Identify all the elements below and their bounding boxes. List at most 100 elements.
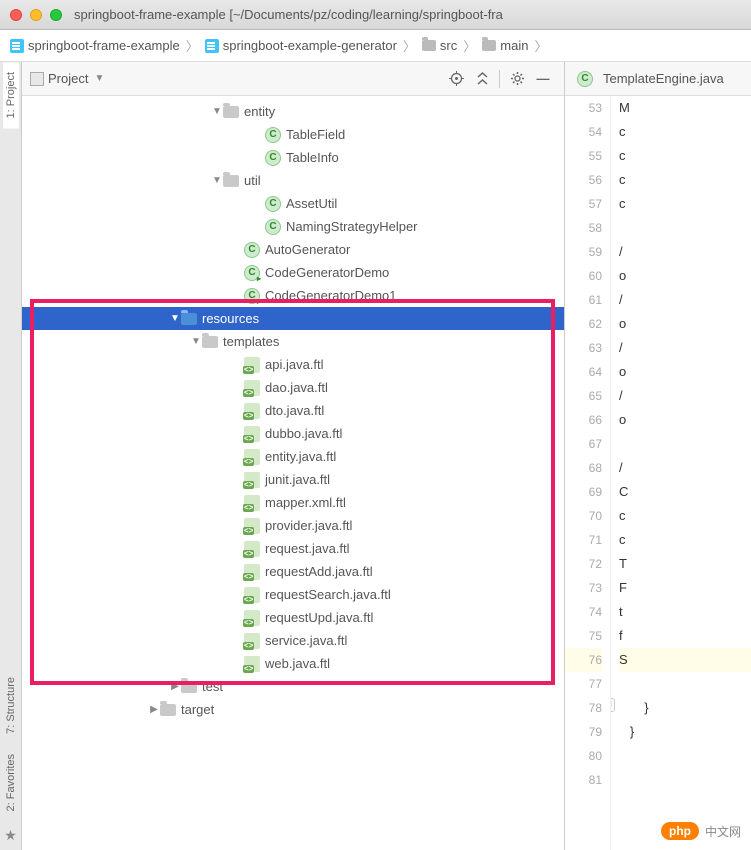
code-line[interactable]: S bbox=[619, 648, 751, 672]
tree-row[interactable]: junit.java.ftl bbox=[22, 468, 564, 491]
code-line[interactable]: c bbox=[619, 144, 751, 168]
tab-favorites[interactable]: 2: Favorites bbox=[3, 744, 19, 821]
code-line[interactable]: o bbox=[619, 360, 751, 384]
class-icon: C bbox=[265, 127, 281, 143]
code-line[interactable] bbox=[619, 216, 751, 240]
hide-icon[interactable]: — bbox=[532, 68, 554, 90]
code-line[interactable]: / bbox=[619, 336, 751, 360]
tree-row[interactable]: CAssetUtil bbox=[22, 192, 564, 215]
tree-label: requestSearch.java.ftl bbox=[265, 587, 391, 602]
line-number: 57 bbox=[565, 192, 602, 216]
tree-label: mapper.xml.ftl bbox=[265, 495, 346, 510]
code-line[interactable]: c bbox=[619, 504, 751, 528]
collapse-all-icon[interactable] bbox=[471, 68, 493, 90]
code-line[interactable] bbox=[619, 744, 751, 768]
ftl-icon bbox=[244, 564, 260, 580]
tree-row[interactable]: CTableInfo bbox=[22, 146, 564, 169]
code-line[interactable]: } bbox=[619, 720, 751, 744]
ftl-icon bbox=[244, 495, 260, 511]
breadcrumb-item[interactable]: src bbox=[420, 38, 459, 53]
code-line[interactable]: c bbox=[619, 168, 751, 192]
line-number: 70 bbox=[565, 504, 602, 528]
editor-tab[interactable]: C TemplateEngine.java bbox=[571, 71, 730, 87]
tree-label: util bbox=[244, 173, 261, 188]
tree-row[interactable]: mapper.xml.ftl bbox=[22, 491, 564, 514]
tab-structure[interactable]: 7: Structure bbox=[3, 667, 19, 744]
code-line[interactable]: / bbox=[619, 456, 751, 480]
tree-row[interactable]: requestSearch.java.ftl bbox=[22, 583, 564, 606]
tree-label: service.java.ftl bbox=[265, 633, 347, 648]
code-line[interactable]: C bbox=[619, 480, 751, 504]
code-line[interactable] bbox=[619, 432, 751, 456]
tree-row[interactable]: ▼util bbox=[22, 169, 564, 192]
code-line[interactable]: / bbox=[619, 384, 751, 408]
code-line[interactable]: F bbox=[619, 576, 751, 600]
chevron-down-icon[interactable]: ▼ bbox=[94, 73, 104, 84]
code-line[interactable]: / bbox=[619, 288, 751, 312]
tree-row[interactable]: dto.java.ftl bbox=[22, 399, 564, 422]
tree-row[interactable]: ▼resources bbox=[22, 307, 564, 330]
star-icon[interactable]: ★ bbox=[4, 821, 17, 850]
breadcrumb-label: springboot-example-generator bbox=[223, 38, 397, 53]
tree-label: test bbox=[202, 679, 223, 694]
tree-label: CodeGeneratorDemo bbox=[265, 265, 389, 280]
class-runnable-icon: C bbox=[244, 288, 260, 304]
tree-row[interactable]: CNamingStrategyHelper bbox=[22, 215, 564, 238]
code-line[interactable]: } bbox=[619, 696, 751, 720]
line-number: 63 bbox=[565, 336, 602, 360]
tree-row[interactable]: CCodeGeneratorDemo1 bbox=[22, 284, 564, 307]
code-line[interactable]: t bbox=[619, 600, 751, 624]
project-header-label[interactable]: Project bbox=[48, 71, 88, 86]
gear-icon[interactable] bbox=[506, 68, 528, 90]
code-line[interactable]: / bbox=[619, 240, 751, 264]
line-number: 76 bbox=[565, 648, 602, 672]
code-line[interactable]: c bbox=[619, 528, 751, 552]
code-line[interactable]: o bbox=[619, 408, 751, 432]
tree-row[interactable]: dao.java.ftl bbox=[22, 376, 564, 399]
code-line[interactable]: o bbox=[619, 312, 751, 336]
breadcrumb-item[interactable]: springboot-example-generator bbox=[203, 38, 399, 53]
project-tree[interactable]: ▼entityCTableFieldCTableInfo▼utilCAssetU… bbox=[22, 96, 564, 850]
tree-row[interactable]: dubbo.java.ftl bbox=[22, 422, 564, 445]
tree-row[interactable]: CCodeGeneratorDemo bbox=[22, 261, 564, 284]
breadcrumb-item[interactable]: main bbox=[480, 38, 530, 53]
tree-row[interactable]: request.java.ftl bbox=[22, 537, 564, 560]
tab-project[interactable]: 1: Project bbox=[3, 62, 19, 128]
code-line[interactable]: M bbox=[619, 96, 751, 120]
tree-row[interactable]: service.java.ftl bbox=[22, 629, 564, 652]
tree-row[interactable]: ▶test bbox=[22, 675, 564, 698]
code-line[interactable] bbox=[619, 672, 751, 696]
breadcrumb-item[interactable]: springboot-frame-example bbox=[8, 38, 182, 53]
code-line[interactable]: c bbox=[619, 192, 751, 216]
class-icon: C bbox=[265, 196, 281, 212]
tree-row[interactable]: requestUpd.java.ftl bbox=[22, 606, 564, 629]
maximize-icon[interactable] bbox=[50, 9, 62, 21]
tree-label: NamingStrategyHelper bbox=[286, 219, 418, 234]
class-icon: C bbox=[244, 242, 260, 258]
minimize-icon[interactable] bbox=[30, 9, 42, 21]
code-line[interactable]: c bbox=[619, 120, 751, 144]
code-line[interactable]: T bbox=[619, 552, 751, 576]
module-icon bbox=[205, 39, 219, 53]
code-area[interactable]: Mcccc/o/o/o/o/CccTFtfS } } bbox=[611, 96, 751, 850]
folder-icon bbox=[181, 681, 197, 693]
tree-row[interactable]: CAutoGenerator bbox=[22, 238, 564, 261]
tree-row[interactable]: requestAdd.java.ftl bbox=[22, 560, 564, 583]
editor-panel: C TemplateEngine.java 535455565758596061… bbox=[565, 62, 751, 850]
tree-row[interactable]: web.java.ftl bbox=[22, 652, 564, 675]
tree-row[interactable]: api.java.ftl bbox=[22, 353, 564, 376]
tree-row[interactable]: ▶target bbox=[22, 698, 564, 721]
tree-row[interactable]: entity.java.ftl bbox=[22, 445, 564, 468]
tree-row[interactable]: CTableField bbox=[22, 123, 564, 146]
editor-body[interactable]: 5354555657585960616263646566676869707172… bbox=[565, 96, 751, 850]
tree-row[interactable]: ▼entity bbox=[22, 100, 564, 123]
close-icon[interactable] bbox=[10, 9, 22, 21]
locate-icon[interactable] bbox=[445, 68, 467, 90]
breadcrumb-label: src bbox=[440, 38, 457, 53]
tree-row[interactable]: provider.java.ftl bbox=[22, 514, 564, 537]
code-line[interactable] bbox=[619, 768, 751, 792]
folder-icon bbox=[160, 704, 176, 716]
tree-row[interactable]: ▼templates bbox=[22, 330, 564, 353]
code-line[interactable]: o bbox=[619, 264, 751, 288]
code-line[interactable]: f bbox=[619, 624, 751, 648]
